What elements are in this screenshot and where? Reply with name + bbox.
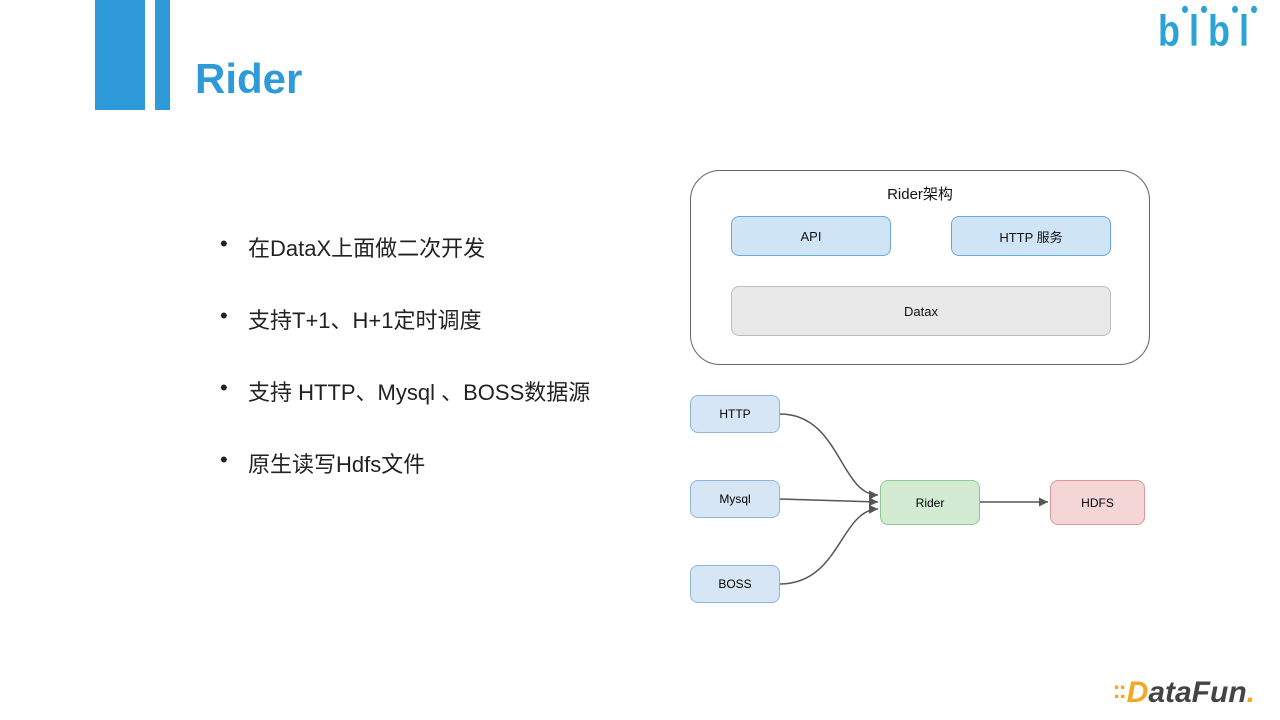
arch-box-api: API [731,216,891,256]
flow-box-mysql: Mysql [690,480,780,518]
bullet-item: 支持T+1、H+1定时调度 [220,303,640,335]
flow-box-hdfs: HDFS [1050,480,1145,525]
flow-box-rider: Rider [880,480,980,525]
bullet-item: 原生读写Hdfs文件 [220,447,640,479]
arch-box-http: HTTP 服务 [951,216,1111,256]
accent-bar-2 [155,0,170,110]
bullet-list: 在DataX上面做二次开发 支持T+1、H+1定时调度 支持 HTTP、Mysq… [180,231,640,519]
slide-title: Rider [195,55,302,103]
bullet-item: 在DataX上面做二次开发 [220,231,640,263]
datafun-logo: ::DataFun. [1113,676,1255,710]
flow-diagram: HTTP Mysql BOSS Rider HDFS [690,395,1160,620]
flow-box-boss: BOSS [690,565,780,603]
arch-box-datax: Datax [731,286,1111,336]
architecture-panel: Rider架构 API HTTP 服务 Datax [690,170,1150,365]
flow-box-http: HTTP [690,395,780,433]
bilibili-logo: blbl [1158,6,1258,56]
arch-title: Rider架构 [691,183,1149,204]
accent-bar-1 [95,0,145,110]
bullet-item: 支持 HTTP、Mysql 、BOSS数据源 [220,375,640,407]
